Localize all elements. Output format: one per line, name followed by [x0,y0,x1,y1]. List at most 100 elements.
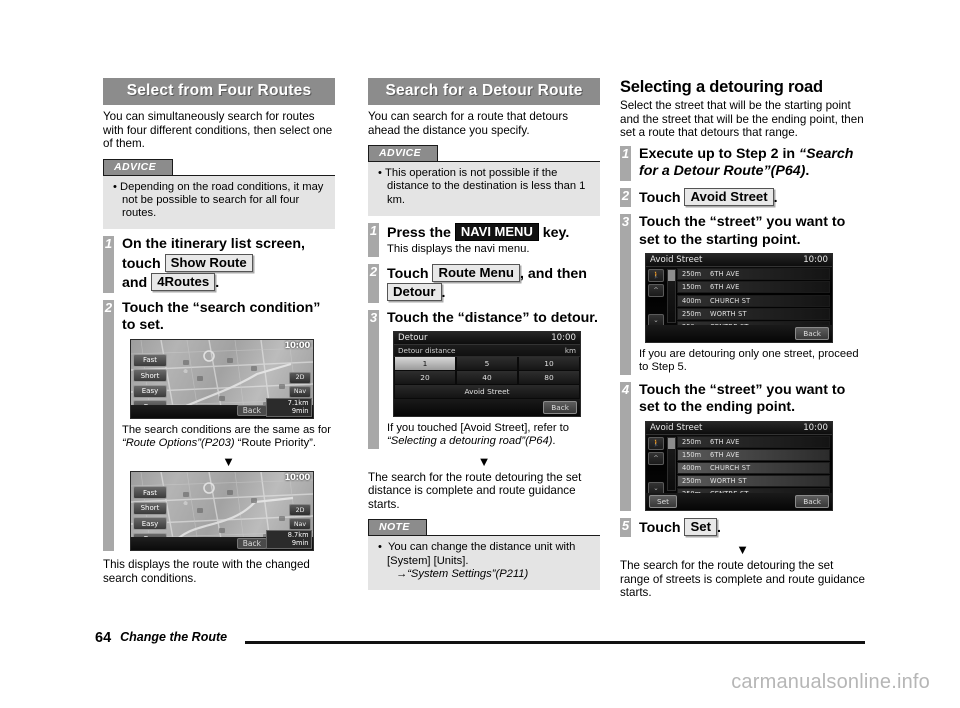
scrollbar-thumb[interactable] [668,270,675,282]
shot1-caption: The search conditions are the same as fo… [122,424,335,450]
key-detour[interactable]: Detour [387,283,442,302]
step-text: Touch Avoid Street. [639,187,865,208]
detour-distance-5[interactable]: 5 [456,357,518,372]
list-item-selected[interactable]: 150m 6TH AVE [677,448,830,461]
route-button-fast[interactable]: Fast [133,353,167,367]
advice-tab-label: ADVICE [103,158,174,175]
step-number: 3 [620,214,631,230]
step-text: Touch the “street” you want to set to th… [639,381,846,416]
avoid-left-controls[interactable]: 🚶 ^ ⌄ ⇣ [646,435,666,510]
detour-distance-80[interactable]: 80 [518,371,580,386]
step-text: Execute up to Step 2 in “Search for a De… [639,146,865,181]
map-canvas: 10:00 Fast Short Easy Eco 2D Nav Back [131,472,313,551]
detour-distance-1[interactable]: 1 [394,357,456,372]
advice-box-body: Depending on the road conditions, it may… [103,174,335,230]
scrollbar-thumb[interactable] [668,437,675,449]
step-number: 1 [620,145,631,161]
pedestrian-icon[interactable]: 🚶 [648,269,664,283]
route-button-easy[interactable]: Easy [133,384,167,398]
advice-tab-label: ADVICE [368,145,439,162]
step1-period: . [215,275,220,292]
step-5: 5 Touch Set. [620,517,865,538]
route-button-short[interactable]: Short [133,501,167,515]
map-button-2d[interactable]: 2D [289,504,311,517]
chevron-up-icon[interactable]: ^ [648,284,664,298]
chevron-up-icon[interactable]: ^ [648,451,664,465]
scrollbar[interactable] [667,269,676,324]
step1-line-b: touch [122,255,161,272]
street-name: 6TH AVE [710,270,740,279]
col3-outro: The search for the route detouring the s… [620,559,865,600]
step-number: 2 [368,263,379,279]
step-bar [620,381,631,511]
step-text: Touch Route Menu, and then Detour. [387,263,600,303]
list-item[interactable]: 150m 6TH AVE [677,281,830,294]
nav-screenshot-avoid-street-end: Avoid Street 10:00 🚶 ^ ⌄ ⇣ [645,420,833,511]
street-name: 6TH AVE [710,450,740,459]
map-view-buttons[interactable]: 2D Nav [289,504,311,532]
key-show-route[interactable]: Show Route [164,253,253,272]
route-button-easy[interactable]: Easy [133,517,167,531]
key-route-menu[interactable]: Route Menu [432,263,520,282]
detour-back-button[interactable]: Back [543,401,577,415]
map-view-buttons[interactable]: 2D Nav [289,371,311,400]
detour-distance-label: Detour distance [398,346,456,356]
map-button-2d[interactable]: 2D [289,371,311,384]
detour-distance-40[interactable]: 40 [456,371,518,386]
avoid-back-button[interactable]: Back [795,327,829,341]
step-text: On the itinerary list screen, touch Show… [122,236,335,293]
avoid-footer: Back [646,325,832,343]
avoid-back-button[interactable]: Back [795,494,829,508]
route-button-short[interactable]: Short [133,369,167,383]
step-number: 2 [103,299,114,315]
step-1: 1 Execute up to Step 2 in “Search for a … [620,145,865,181]
step-text: Press the NAVI MENU key. This displays t… [387,222,600,257]
key-set[interactable]: Set [684,517,717,536]
step-number: 1 [368,222,379,238]
avoid-set-button[interactable]: Set [649,494,677,508]
avoid-left-controls[interactable]: 🚶 ^ ⌄ ⇣ [646,267,666,343]
street-distance: 250m [682,270,702,279]
map-back-button[interactable]: Back [236,537,267,549]
map-distance: 8.7km [287,531,309,540]
map-time: 9min [291,539,309,548]
street-list: 250m 6TH AVE 150m 6TH AVE 400m CHURCH ST [677,267,832,334]
key-navi-menu[interactable]: NAVI MENU [454,222,539,241]
street-distance: 400m [682,464,702,473]
map-back-button[interactable]: Back [236,405,267,417]
caption-line-a: The search conditions are the same as fo… [122,423,331,436]
detour-unit-label: km [564,346,576,356]
list-item-selected[interactable]: 400m CHURCH ST [677,462,830,475]
street-name: CHURCH ST [710,464,751,473]
step1-text-b: key. [542,224,570,241]
street-distance: 250m [682,477,702,486]
col1-outro: This displays the route with the changed… [103,558,310,585]
advice-item: Depending on the road conditions, it may… [113,181,327,221]
detour-avoid-street-button[interactable]: Avoid Street [394,385,580,400]
map-button-nav[interactable]: Nav [289,518,311,531]
key-4routes[interactable]: 4Routes [151,273,216,292]
step2-text-a: Touch [387,265,429,282]
list-item[interactable]: 250m 6TH AVE [677,435,830,448]
step5-text-a: Touch [639,519,681,536]
key-avoid-street[interactable]: Avoid Street [684,187,774,206]
avoid-clock: 10:00 [803,422,828,433]
list-item[interactable]: 400m CHURCH ST [677,294,830,307]
step-number: 2 [620,187,631,203]
street-name: WORTH ST [710,309,747,318]
list-item[interactable]: 250m WORTH ST [677,307,830,320]
detour-distance-10[interactable]: 10 [518,357,580,372]
step-text: Touch the “distance” to detour. [387,309,598,326]
col2-outro: The search for the route detouring the s… [368,470,582,511]
scrollbar[interactable] [667,436,676,491]
flow-arrow: ▼ [736,542,749,558]
step-text: Touch the “street” you want to set to th… [639,214,846,248]
route-button-fast[interactable]: Fast [133,486,167,500]
pedestrian-icon[interactable]: 🚶 [648,436,664,450]
map-button-nav[interactable]: Nav [289,385,311,398]
intro-paragraph: Select the street that will be the start… [620,99,864,140]
step1-line-c: and [122,275,148,292]
detour-distance-20[interactable]: 20 [394,371,456,386]
list-item-selected[interactable]: 250m WORTH ST [677,475,830,488]
list-item[interactable]: 250m 6TH AVE [677,268,830,281]
